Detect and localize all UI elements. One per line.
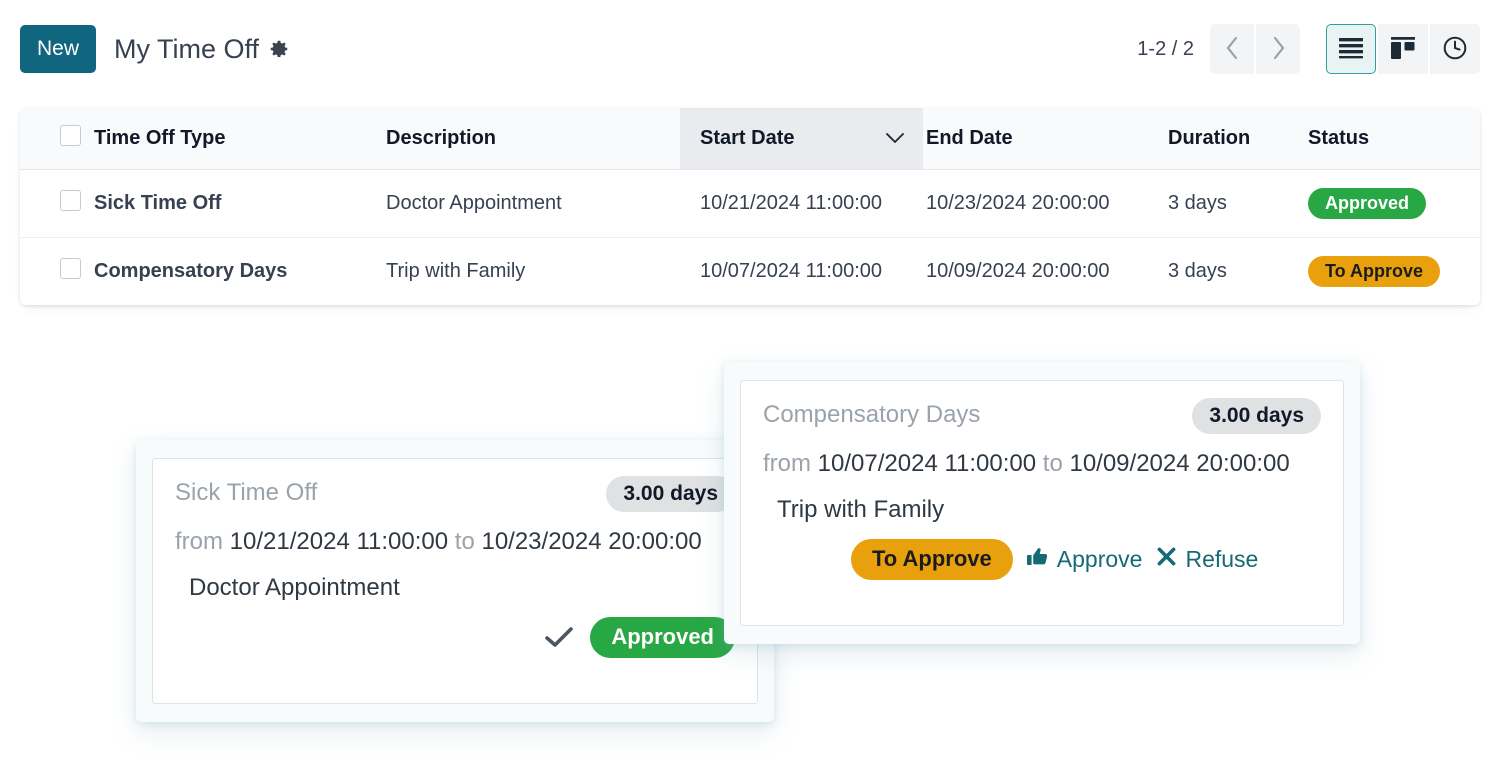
popover-date-range: from 10/07/2024 11:00:00 to 10/09/2024 2… xyxy=(763,445,1321,484)
chevron-right-icon xyxy=(1270,35,1287,64)
new-button[interactable]: New xyxy=(20,25,97,73)
column-header-end-date[interactable]: End Date xyxy=(923,108,1168,170)
column-header-start-date-label: Start Date xyxy=(700,127,795,149)
end-datetime: 10/09/2024 20:00:00 xyxy=(1069,450,1290,477)
control-panel-left: New My Time Off xyxy=(20,25,290,73)
popover-description: Doctor Appointment xyxy=(189,573,400,601)
duration-badge: 3.00 days xyxy=(606,476,735,512)
clock-view-icon xyxy=(1442,35,1468,64)
approve-button[interactable]: Approve xyxy=(1026,545,1143,573)
breadcrumb: My Time Off xyxy=(114,34,290,65)
cell-duration: 3 days xyxy=(1168,169,1308,238)
row-select-cell xyxy=(20,169,94,238)
previous-page-button[interactable] xyxy=(1210,24,1254,74)
kanban-view-button[interactable] xyxy=(1378,24,1428,74)
page-title: My Time Off xyxy=(114,33,260,64)
select-all-header xyxy=(20,108,94,170)
cell-status: Approved xyxy=(1308,169,1480,238)
popover-header: Compensatory Days 3.00 days xyxy=(763,398,1321,435)
popover-body: Sick Time Off 3.00 days from 10/21/2024 … xyxy=(152,458,758,704)
from-label: from xyxy=(175,528,223,555)
column-header-description[interactable]: Description xyxy=(386,108,680,170)
from-label: from xyxy=(763,450,811,477)
time-off-popover-compensatory: Compensatory Days 3.00 days from 10/07/2… xyxy=(724,362,1360,644)
end-datetime: 10/23/2024 20:00:00 xyxy=(481,528,702,555)
start-datetime: 10/07/2024 11:00:00 xyxy=(817,450,1037,477)
select-all-checkbox[interactable] xyxy=(60,125,81,146)
column-header-start-date[interactable]: Start Date xyxy=(680,108,923,170)
cell-start-date: 10/07/2024 11:00:00 xyxy=(700,260,883,282)
table-row[interactable]: Sick Time Off Doctor Appointment 10/21/2… xyxy=(20,169,1480,238)
thumbs-up-icon xyxy=(1026,546,1049,573)
table-body: Sick Time Off Doctor Appointment 10/21/2… xyxy=(20,169,1480,306)
popover-footer: Approved xyxy=(175,616,735,658)
cell-duration: 3 days xyxy=(1168,260,1227,282)
popover-footer: To Approve Approve Refuse xyxy=(763,538,1321,580)
cell-end-date: 10/09/2024 20:00:00 xyxy=(926,260,1110,282)
cell-description: Trip with Family xyxy=(386,260,526,282)
popover-status-badge: Approved xyxy=(590,616,735,658)
approve-label: Approve xyxy=(1056,545,1143,572)
popover-header: Sick Time Off 3.00 days xyxy=(175,476,735,513)
control-panel-right: 1-2 / 2 xyxy=(1137,24,1480,74)
popover-status-badge: To Approve xyxy=(851,538,1013,580)
column-header-status[interactable]: Status xyxy=(1308,108,1480,170)
check-icon xyxy=(544,625,574,649)
status-badge: To Approve xyxy=(1308,256,1440,287)
control-panel: New My Time Off 1-2 / 2 xyxy=(0,0,1500,101)
gear-icon[interactable] xyxy=(268,38,290,60)
status-badge: Approved xyxy=(1308,188,1427,219)
time-off-page: New My Time Off 1-2 / 2 Time Off Type De… xyxy=(0,0,1500,770)
row-checkbox[interactable] xyxy=(60,258,81,279)
refuse-label: Refuse xyxy=(1185,545,1259,572)
activity-view-button[interactable] xyxy=(1430,24,1480,74)
list-view-button[interactable] xyxy=(1326,24,1376,74)
table-row[interactable]: Compensatory Days Trip with Family 10/07… xyxy=(20,238,1480,306)
cell-time-off-type: Sick Time Off xyxy=(94,169,386,238)
next-page-button[interactable] xyxy=(1256,24,1300,74)
refuse-button[interactable]: Refuse xyxy=(1156,546,1258,573)
to-label: to xyxy=(454,528,475,555)
chevron-down-icon xyxy=(885,127,905,150)
kanban-view-icon xyxy=(1390,36,1416,63)
row-checkbox[interactable] xyxy=(60,190,81,211)
popover-description: Trip with Family xyxy=(777,495,945,523)
cell-time-off-type: Compensatory Days xyxy=(94,260,288,282)
table-header-row: Time Off Type Description Start Date End… xyxy=(20,108,1480,170)
time-off-table: Time Off Type Description Start Date End… xyxy=(20,108,1480,305)
time-off-popover-sick: Sick Time Off 3.00 days from 10/21/2024 … xyxy=(136,440,774,722)
pager-count: 1-2 / 2 xyxy=(1137,37,1194,60)
cell-end-date: 10/23/2024 20:00:00 xyxy=(923,169,1168,238)
to-label: to xyxy=(1042,450,1063,477)
column-header-type[interactable]: Time Off Type xyxy=(94,108,386,170)
view-switcher xyxy=(1326,24,1480,74)
cell-start-date: 10/21/2024 11:00:00 xyxy=(680,169,923,238)
popover-title: Compensatory Days xyxy=(763,401,981,428)
duration-badge: 3.00 days xyxy=(1192,398,1321,434)
cell-description: Doctor Appointment xyxy=(386,169,680,238)
list-view: Time Off Type Description Start Date End… xyxy=(20,108,1480,305)
x-icon xyxy=(1156,546,1177,573)
row-select-cell xyxy=(20,238,94,306)
popover-body: Compensatory Days 3.00 days from 10/07/2… xyxy=(740,380,1344,626)
popover-date-range: from 10/21/2024 11:00:00 to 10/23/2024 2… xyxy=(175,523,735,562)
popover-title: Sick Time Off xyxy=(175,479,318,506)
pager-buttons xyxy=(1210,24,1300,74)
cell-status: To Approve xyxy=(1308,238,1480,306)
table-header: Time Off Type Description Start Date End… xyxy=(20,108,1480,170)
list-view-icon xyxy=(1338,37,1364,62)
start-datetime: 10/21/2024 11:00:00 xyxy=(229,528,449,555)
chevron-left-icon xyxy=(1224,35,1241,64)
column-header-duration[interactable]: Duration xyxy=(1168,108,1308,170)
